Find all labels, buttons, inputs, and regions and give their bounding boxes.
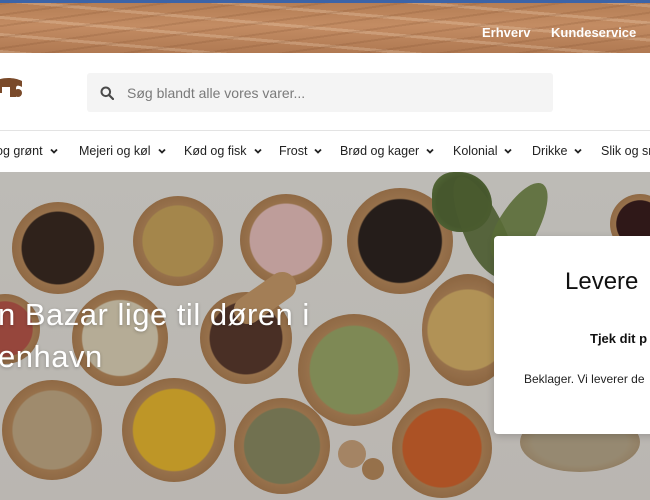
search-bar <box>87 73 553 112</box>
nav-item-label: Kolonial <box>453 144 498 158</box>
nav-item-kolonial[interactable]: Kolonial <box>453 144 513 158</box>
hero-title: n Bazar lige til døren i enhavn <box>0 294 418 378</box>
nav-item-frugt-og-groent[interactable]: og grønt <box>0 144 59 158</box>
delivery-card-message: Beklager. Vi leverer de <box>524 372 645 386</box>
chevron-down-icon <box>253 148 262 154</box>
topbar-link-kundeservice[interactable]: Kundeservice <box>551 25 636 40</box>
nav-item-drikke[interactable]: Drikke <box>532 144 583 158</box>
nav-item-broed-og-kager[interactable]: Brød og kager <box>340 144 435 158</box>
nav-item-frost[interactable]: Frost <box>279 144 323 158</box>
top-banner: Erhverv Kundeservice <box>0 0 650 53</box>
search-input[interactable] <box>127 84 527 101</box>
nav-item-label: Slik og sn <box>601 144 650 158</box>
nav-item-label: Drikke <box>532 144 568 158</box>
nav-item-label: Mejeri og køl <box>79 144 151 158</box>
nav-item-koed-og-fisk[interactable]: Kød og fisk <box>184 144 263 158</box>
category-nav: og grønt Mejeri og køl Kød og fisk Frost… <box>0 131 650 172</box>
logo[interactable] <box>0 73 24 103</box>
chevron-down-icon <box>426 148 434 154</box>
delivery-card-subtitle: Tjek dit p <box>590 331 648 346</box>
chevron-down-icon <box>504 148 513 154</box>
delivery-card-title: Levere <box>565 268 639 295</box>
chevron-down-icon <box>49 148 58 154</box>
topbar-link-erhverv[interactable]: Erhverv <box>482 25 530 40</box>
hero-title-line-2: enhavn <box>0 339 103 374</box>
nav-item-label: Brød og kager <box>340 144 420 158</box>
nav-item-label: Kød og fisk <box>184 144 247 158</box>
nav-item-label: og grønt <box>0 144 43 158</box>
chevron-down-icon <box>157 148 166 154</box>
hero-title-line-1: n Bazar lige til døren i <box>0 297 310 332</box>
site-header <box>0 53 650 131</box>
chevron-down-icon <box>314 148 323 154</box>
nav-item-mejeri-og-koel[interactable]: Mejeri og køl <box>79 144 167 158</box>
nav-item-label: Frost <box>279 144 308 158</box>
search-icon[interactable] <box>100 86 114 100</box>
nav-item-slik-og-snacks[interactable]: Slik og sn <box>601 144 650 158</box>
delivery-card: Levere Tjek dit p Beklager. Vi leverer d… <box>494 236 650 434</box>
chevron-down-icon <box>574 148 583 154</box>
